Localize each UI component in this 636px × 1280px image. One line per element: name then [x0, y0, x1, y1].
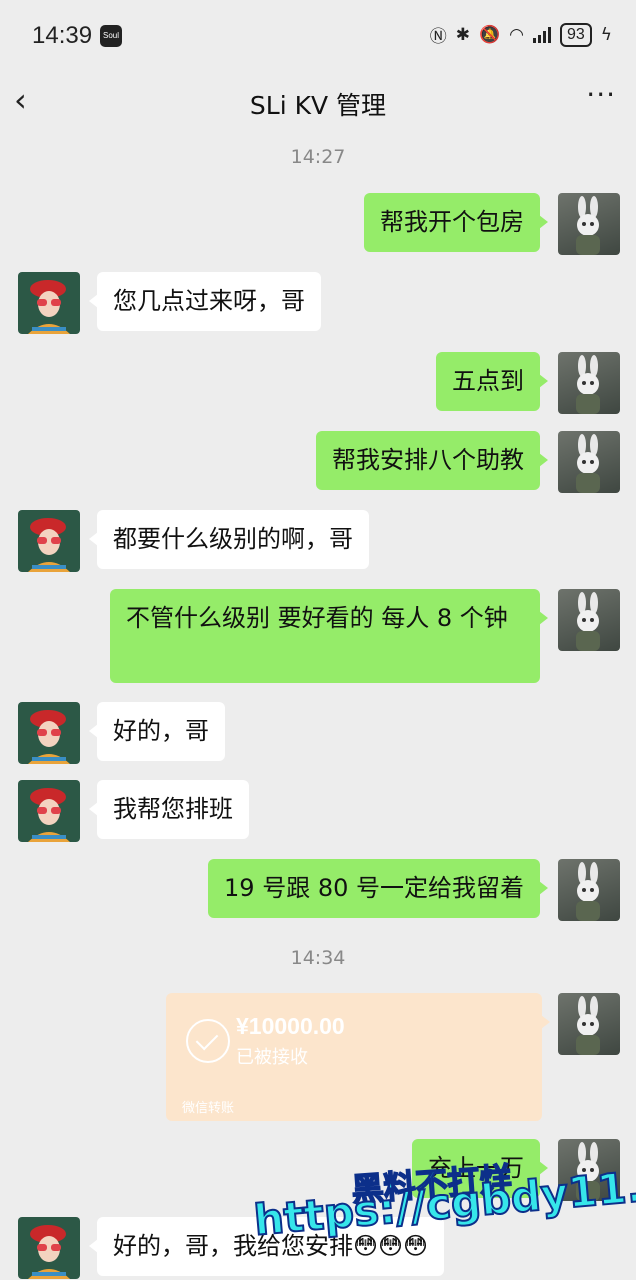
avatar-rabbit[interactable] — [558, 589, 620, 651]
avatar-girl[interactable] — [18, 1217, 80, 1279]
signal-icon — [532, 26, 551, 43]
status-time: 14:39 — [32, 22, 93, 49]
message-bubble-sent[interactable]: 19 号跟 80 号一定给我留着 — [208, 859, 548, 918]
message-row: 帮我开个包房 — [0, 193, 636, 255]
message-bubble-received[interactable]: 都要什么级别的啊，哥 — [89, 510, 369, 569]
avatar-girl[interactable] — [18, 702, 80, 764]
mute-icon: 🔕 — [478, 24, 501, 45]
nfc-icon: Ⓝ — [429, 27, 447, 47]
emoji-icon: 😳😳😳 — [353, 1232, 429, 1260]
message-bubble-received[interactable]: 我帮您排班 — [89, 780, 249, 839]
chat-title: SLi KV 管理 — [249, 91, 387, 120]
message-row: 您几点过来呀，哥 — [0, 272, 636, 334]
avatar-girl[interactable] — [18, 510, 80, 572]
avatar-rabbit[interactable] — [558, 193, 620, 255]
transfer-status: 已被接收 — [236, 1047, 308, 1068]
message-row: 19 号跟 80 号一定给我留着 — [0, 859, 636, 921]
avatar-girl[interactable] — [18, 272, 80, 334]
timestamp: 14:27 — [290, 146, 346, 168]
message-bubble-received[interactable]: 您几点过来呀，哥 — [89, 272, 321, 331]
charging-icon: ϟ — [600, 24, 612, 45]
check-circle-icon — [186, 1019, 230, 1063]
message-row: 五点到 — [0, 352, 636, 414]
transfer-card[interactable]: ¥10000.00 已被接收 微信转账 — [166, 993, 550, 1121]
message-row: 帮我安排八个助教 — [0, 431, 636, 493]
chat-header: ‹ SLi KV 管理 ··· — [0, 72, 636, 130]
transfer-footer: 微信转账 — [182, 1101, 235, 1116]
message-row: 我帮您排班 — [0, 780, 636, 842]
transfer-amount: ¥10000.00 — [236, 1013, 345, 1039]
bluetooth-icon: ✱ — [455, 24, 470, 45]
status-icons: Ⓝ ✱ 🔕 ◠ 93 ϟ — [430, 22, 612, 47]
avatar-rabbit[interactable] — [558, 431, 620, 493]
avatar-rabbit[interactable] — [558, 859, 620, 921]
soul-app-icon: Soul — [100, 25, 122, 47]
message-bubble-received[interactable]: 好的，哥 — [89, 702, 225, 761]
avatar-girl[interactable] — [18, 780, 80, 842]
message-row: 都要什么级别的啊，哥 — [0, 510, 636, 572]
timestamp: 14:34 — [290, 947, 346, 969]
message-bubble-sent[interactable]: 帮我开个包房 — [364, 193, 548, 252]
message-bubble-sent[interactable]: 五点到 — [436, 352, 548, 411]
avatar-rabbit[interactable] — [558, 352, 620, 414]
status-bar: 14:39 Soul Ⓝ ✱ 🔕 ◠ 93 ϟ — [0, 0, 636, 72]
battery-indicator: 93 — [559, 22, 592, 47]
message-bubble-sent[interactable]: 帮我安排八个助教 — [316, 431, 548, 490]
message-row: 好的，哥 — [0, 702, 636, 764]
avatar-rabbit[interactable] — [558, 993, 620, 1055]
message-bubble-sent[interactable]: 不管什么级别 要好看的 每人 8 个钟 — [110, 589, 548, 683]
more-options-icon[interactable]: ··· — [586, 78, 616, 111]
message-row: 不管什么级别 要好看的 每人 8 个钟 — [0, 589, 636, 683]
message-row: ¥10000.00 已被接收 微信转账 — [0, 993, 636, 1121]
wifi-icon: ◠ — [509, 24, 524, 45]
